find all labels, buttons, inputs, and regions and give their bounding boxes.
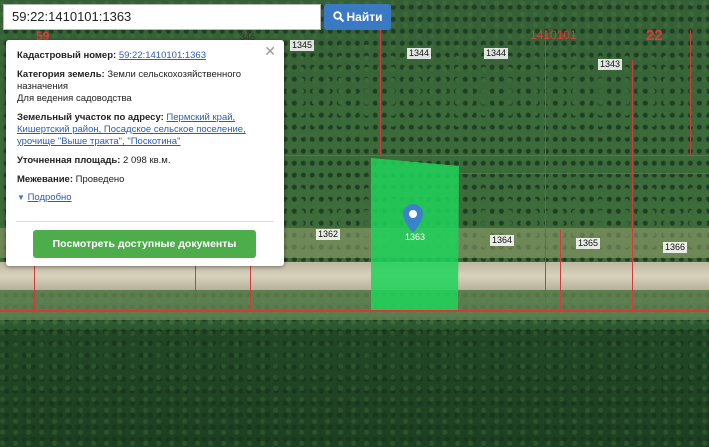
address-row: Земельный участок по адресу: Пермский кр… xyxy=(17,112,274,148)
cadastral-link[interactable]: 59:22:1410101:1363 xyxy=(119,50,206,61)
search-input[interactable]: 59:22:1410101:1363 xyxy=(3,4,321,30)
area-value: 2 098 кв.м. xyxy=(123,155,171,166)
close-icon[interactable]: ✕ xyxy=(264,43,276,60)
map-pin-icon[interactable] xyxy=(403,204,423,234)
parcel-label: 1366 xyxy=(663,242,688,253)
search-icon xyxy=(332,11,344,23)
more-link[interactable]: Подробно xyxy=(28,192,72,203)
parcel-label: 1364 xyxy=(490,235,515,246)
parcel-label: 1343 xyxy=(598,59,623,70)
area-label: Уточненная площадь: xyxy=(17,155,121,166)
area-row: Уточненная площадь: 2 098 кв.м. xyxy=(17,155,274,167)
parcel-label: 1345 xyxy=(290,40,315,51)
district-label: 22 xyxy=(646,27,663,44)
parcel-label: 1362 xyxy=(316,229,341,240)
category-label: Категория земель: xyxy=(17,69,105,80)
parcel-label: 1344 xyxy=(484,48,509,59)
search-button-label: Найти xyxy=(346,10,383,24)
survey-row: Межевание: Проведено xyxy=(17,174,274,186)
category-row: Категория земель: Земли сельскохозяйстве… xyxy=(17,69,274,105)
view-documents-button[interactable]: Посмотреть доступные документы xyxy=(33,230,256,258)
address-label: Земельный участок по адресу: xyxy=(17,112,164,123)
parcel-label: 1365 xyxy=(576,238,601,249)
parcel-info-popup: ✕ Кадастровый номер: 59:22:1410101:1363 … xyxy=(6,40,284,266)
quarter-label: 1410101 xyxy=(530,28,577,42)
use-value: Для ведения садоводства xyxy=(17,93,132,104)
survey-label: Межевание: xyxy=(17,174,73,185)
popup-divider xyxy=(16,221,274,222)
cadastral-label: Кадастровый номер: xyxy=(17,50,117,61)
search-button[interactable]: Найти xyxy=(324,4,391,30)
parcel-label: 1344 xyxy=(407,48,432,59)
caret-down-icon: ▼ xyxy=(17,193,25,202)
more-toggle[interactable]: ▼ Подробно xyxy=(17,192,274,204)
survey-value: Проведено xyxy=(75,174,125,185)
cadastral-row: Кадастровый номер: 59:22:1410101:1363 xyxy=(17,50,274,62)
